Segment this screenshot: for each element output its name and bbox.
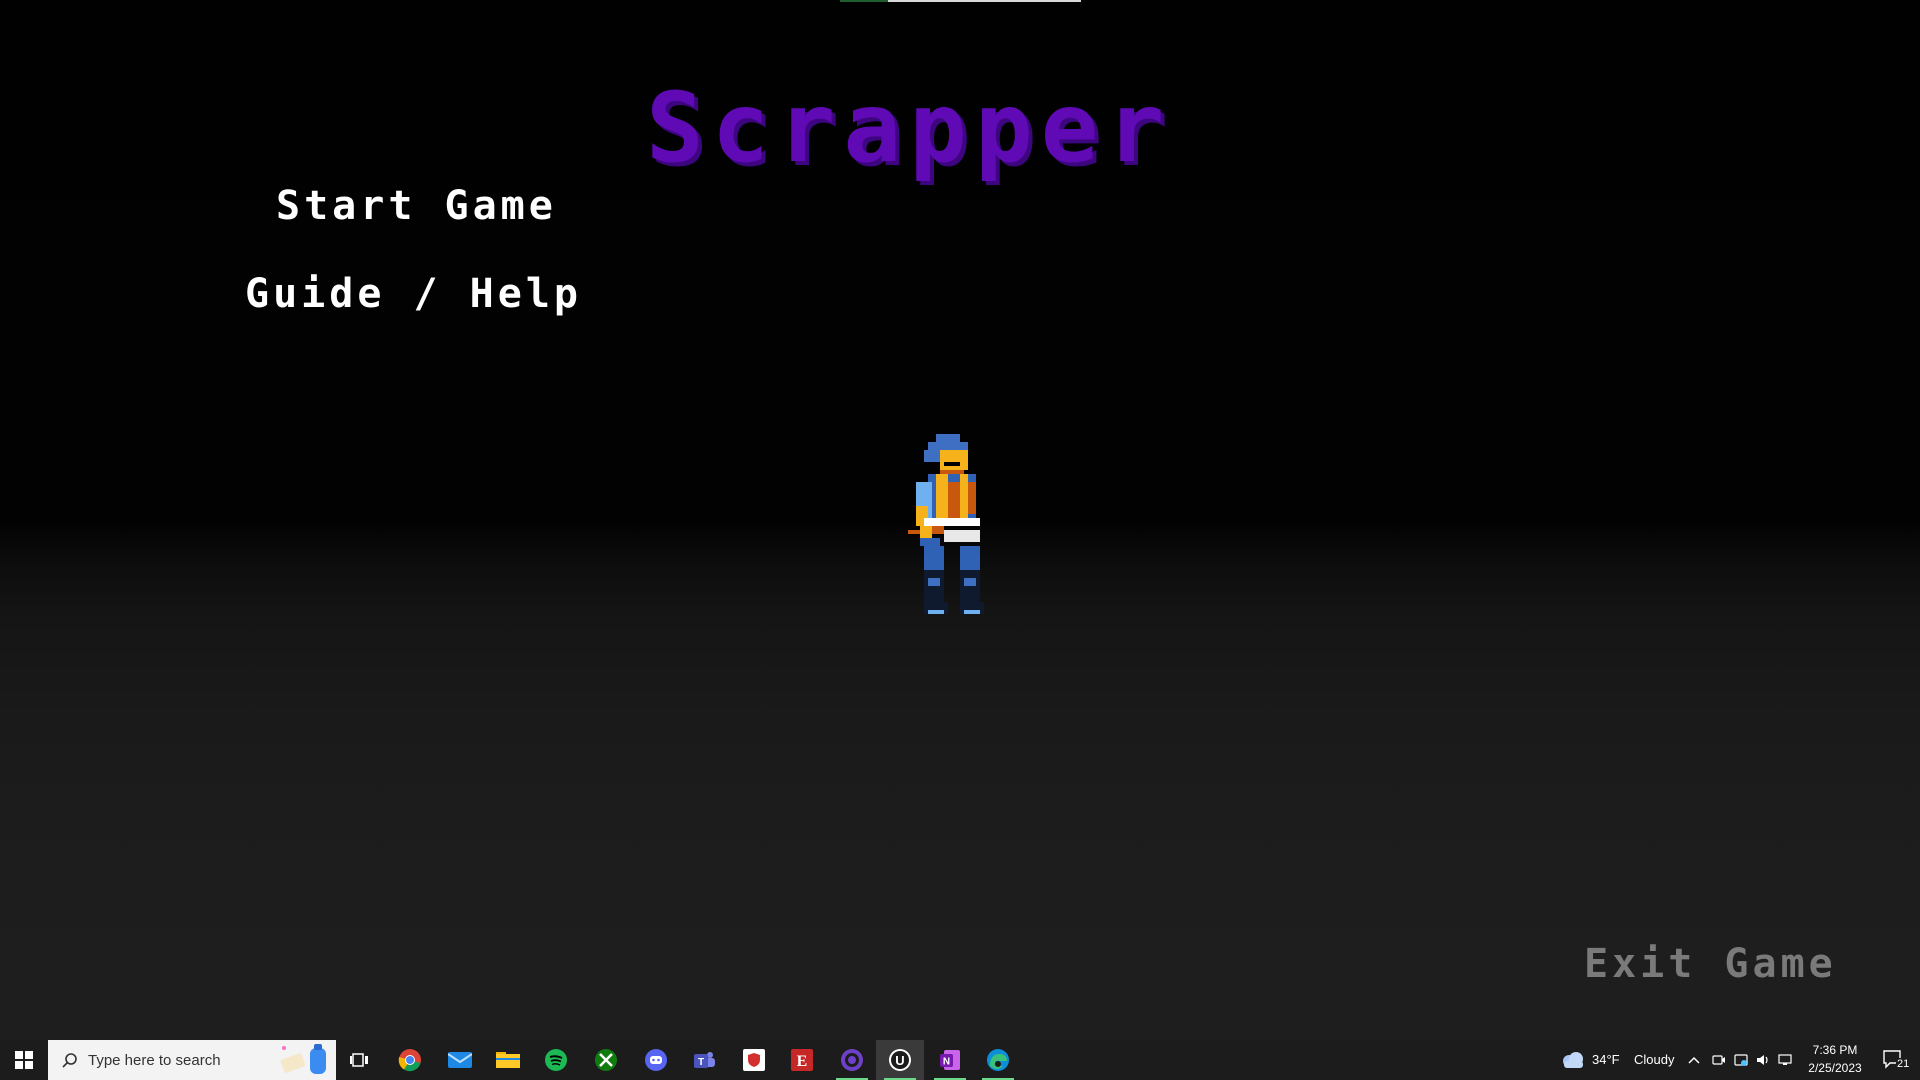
network-icon [1778, 1054, 1792, 1065]
top-progress-bar-white [888, 0, 1081, 2]
taskbar-app-teams[interactable]: T [680, 1040, 728, 1080]
spotify-icon [545, 1049, 567, 1071]
search-icon [62, 1053, 77, 1068]
start-button[interactable] [0, 1040, 48, 1080]
clock-date: 2/25/2023 [1808, 1061, 1862, 1075]
search-highlight-icon [280, 1044, 326, 1074]
clock[interactable]: 7:36 PM 2/25/2023 [1800, 1040, 1870, 1080]
start-game-button[interactable]: Start Game [276, 183, 557, 229]
taskbar-app-onenote[interactable]: N [926, 1040, 974, 1080]
notification-center-button[interactable]: 21 [1874, 1040, 1914, 1080]
mail-icon [448, 1052, 472, 1068]
windows-taskbar: Type here to search T E U N 34°F Cloudy … [0, 1040, 1920, 1080]
volume-icon [1757, 1055, 1768, 1065]
svg-text:T: T [698, 1057, 704, 1068]
taskbar-app-file-explorer[interactable] [484, 1040, 532, 1080]
xbox-icon [595, 1049, 617, 1071]
top-progress-bar-green [840, 0, 888, 2]
exit-game-button[interactable]: Exit Game [1584, 941, 1837, 987]
taskbar-app-edge[interactable] [974, 1040, 1022, 1080]
taskbar-app-chrome[interactable] [386, 1040, 434, 1080]
windows-logo-icon [15, 1051, 33, 1069]
game-viewport: Scrapper Start Game Guide / Help Exit Ga… [0, 0, 1920, 1040]
notification-count-badge: 21 [1896, 1058, 1911, 1070]
chrome-icon [398, 1049, 421, 1072]
weather-widget[interactable]: 34°F Cloudy [1558, 1040, 1678, 1080]
task-view-button[interactable] [336, 1040, 384, 1080]
tray-network[interactable] [1774, 1040, 1796, 1080]
clock-time: 7:36 PM [1812, 1043, 1858, 1057]
security-app-icon [743, 1049, 765, 1071]
taskbar-app-mail[interactable] [436, 1040, 484, 1080]
taskbar-app-discord[interactable] [632, 1040, 680, 1080]
taskbar-search-box[interactable]: Type here to search [48, 1040, 336, 1080]
taskbar-app-unreal-engine[interactable]: U [876, 1040, 924, 1080]
svg-text:E: E [797, 1053, 808, 1070]
weather-condition: Cloudy [1634, 1052, 1675, 1067]
tray-volume[interactable] [1752, 1040, 1774, 1080]
taskbar-app-github-desktop[interactable] [828, 1040, 876, 1080]
unreal-engine-icon: U [889, 1049, 911, 1071]
onenote-icon: N [940, 1050, 960, 1070]
teams-icon: T [694, 1052, 715, 1068]
github-desktop-icon [841, 1049, 863, 1071]
app-status-icon [1734, 1054, 1748, 1066]
edge-icon [987, 1049, 1009, 1071]
svg-text:N: N [943, 1057, 950, 1068]
show-hidden-icons-button[interactable] [1680, 1040, 1708, 1080]
red-app-icon: E [791, 1049, 813, 1071]
cloud-icon [1563, 1052, 1583, 1068]
guide-help-button[interactable]: Guide / Help [245, 271, 582, 317]
weather-temperature: 34°F [1592, 1052, 1620, 1067]
meet-now-icon [1712, 1055, 1725, 1065]
search-placeholder: Type here to search [88, 1051, 221, 1069]
taskbar-app-red[interactable]: E [778, 1040, 826, 1080]
taskbar-app-xbox[interactable] [582, 1040, 630, 1080]
svg-text:U: U [895, 1053, 904, 1068]
tray-app-status[interactable] [1730, 1040, 1752, 1080]
taskbar-app-spotify[interactable] [532, 1040, 580, 1080]
tray-meet-now[interactable] [1708, 1040, 1730, 1080]
taskbar-app-security[interactable] [730, 1040, 778, 1080]
file-explorer-icon [496, 1052, 520, 1068]
game-title: Scrapper [646, 72, 1173, 184]
chevron-up-icon [1688, 1056, 1700, 1064]
discord-icon [645, 1049, 667, 1071]
player-character-sprite [908, 434, 984, 614]
task-view-icon [350, 1053, 368, 1067]
